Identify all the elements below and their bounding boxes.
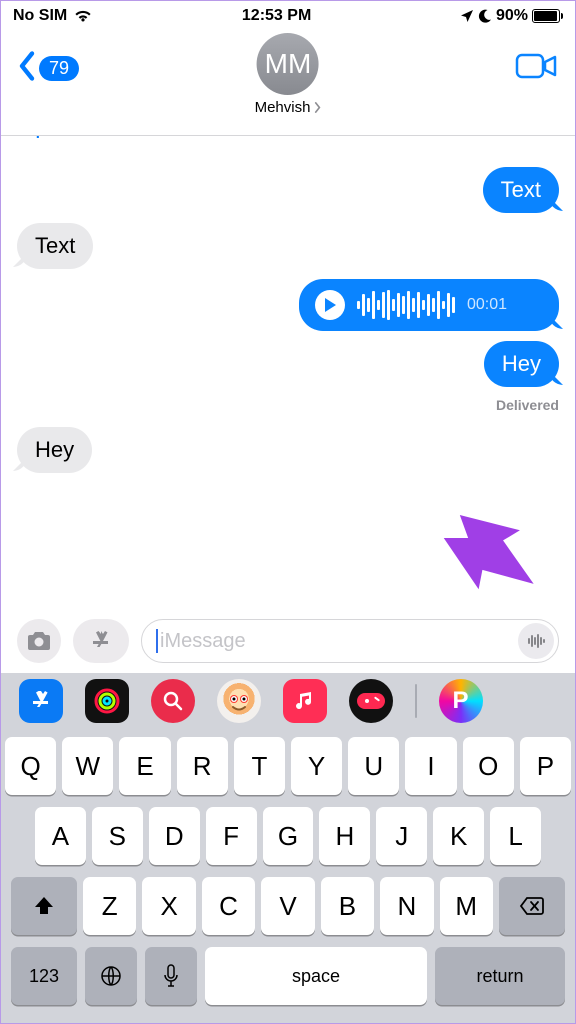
memoji-app-icon[interactable] [217,679,261,723]
picsart-app-icon[interactable]: P [439,679,483,723]
key-f[interactable]: F [206,807,257,865]
keyboard-row-3: Z X C V B N M [5,877,571,935]
waveform-icon [526,631,546,651]
clock: 12:53 PM [242,7,311,25]
search-app-icon[interactable] [151,679,195,723]
back-button[interactable]: 79 [17,51,79,86]
microphone-icon [163,964,179,988]
chevron-right-icon [313,102,321,113]
apps-button[interactable] [73,619,129,663]
key-x[interactable]: X [142,877,195,935]
key-b[interactable]: B [321,877,374,935]
camera-button[interactable] [17,619,61,663]
key-m[interactable]: M [440,877,493,935]
camera-icon [26,630,52,652]
shift-icon [33,895,55,917]
chevron-left-icon [17,51,37,86]
key-dictation[interactable] [145,947,197,1005]
key-z[interactable]: Z [83,877,136,935]
key-s[interactable]: S [92,807,143,865]
message-thread: Expires in 2m Text Text 00:01 Hey Delive… [1,136,575,611]
audio-message[interactable]: 00:01 [299,279,559,331]
music-app-icon[interactable] [283,679,327,723]
key-r[interactable]: R [177,737,228,795]
annotation-arrow [424,497,555,611]
text-cursor [156,629,158,653]
key-h[interactable]: H [319,807,370,865]
carrier-label: No SIM [13,7,67,25]
message-out[interactable]: Text [483,167,559,213]
audio-record-button[interactable] [518,623,554,659]
message-input[interactable]: iMessage [141,619,559,663]
key-k[interactable]: K [433,807,484,865]
message-in[interactable]: Text [17,223,93,269]
do-not-disturb-icon [478,9,492,23]
status-bar: No SIM 12:53 PM 90% [1,1,575,31]
battery-icon [532,9,563,23]
key-space[interactable]: space [205,947,427,1005]
contact-name-label: Mehvish [255,99,311,116]
key-return[interactable]: return [435,947,565,1005]
keyboard-row-2: A S D F G H J K L [5,807,571,865]
key-w[interactable]: W [62,737,113,795]
avatar: MM [257,33,319,95]
audio-duration: 00:01 [467,297,507,313]
keyboard-row-4: 123 space return [5,947,571,1005]
keyboard-row-1: Q W E R T Y U I O P [5,737,571,795]
wifi-icon [73,9,93,23]
key-l[interactable]: L [490,807,541,865]
expires-label: Expires in 2m [17,136,559,139]
key-n[interactable]: N [380,877,433,935]
key-t[interactable]: T [234,737,285,795]
conversation-header: 79 MM Mehvish [1,31,575,136]
backspace-icon [519,896,545,916]
key-i[interactable]: I [405,737,456,795]
key-shift[interactable] [11,877,77,935]
message-out[interactable]: Hey [484,341,559,387]
compose-bar: iMessage [1,611,575,673]
message-in[interactable]: Hey [17,427,92,473]
imessage-app-strip: P [1,673,575,729]
key-a[interactable]: A [35,807,86,865]
app-store-icon [88,628,114,654]
globe-icon [99,964,123,988]
key-backspace[interactable] [499,877,565,935]
key-d[interactable]: D [149,807,200,865]
app-store-app-icon[interactable] [19,679,63,723]
delivered-label: Delivered [17,397,559,413]
facetime-button[interactable] [515,51,559,86]
key-y[interactable]: Y [291,737,342,795]
key-q[interactable]: Q [5,737,56,795]
unread-count-badge: 79 [39,56,79,81]
key-numbers[interactable]: 123 [11,947,77,1005]
key-globe[interactable] [85,947,137,1005]
gamepigeon-app-icon[interactable] [349,679,393,723]
play-icon[interactable] [315,290,345,320]
key-g[interactable]: G [263,807,314,865]
battery-percent: 90% [496,7,528,25]
key-c[interactable]: C [202,877,255,935]
contact-info[interactable]: MM Mehvish [255,33,322,116]
key-u[interactable]: U [348,737,399,795]
key-e[interactable]: E [119,737,170,795]
key-v[interactable]: V [261,877,314,935]
activity-app-icon[interactable] [85,679,129,723]
keyboard: Q W E R T Y U I O P A S D F G H J K L Z [1,729,575,1023]
key-j[interactable]: J [376,807,427,865]
location-icon [460,9,474,23]
waveform-icon [357,289,455,321]
app-strip-separator [415,684,417,718]
key-p[interactable]: P [520,737,571,795]
key-o[interactable]: O [463,737,514,795]
message-placeholder: iMessage [160,630,246,653]
